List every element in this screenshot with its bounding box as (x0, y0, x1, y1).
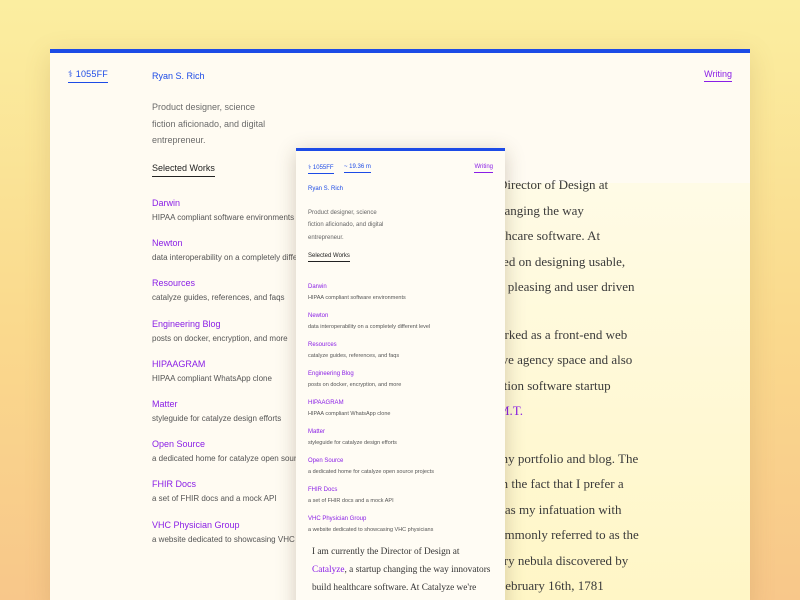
essay-line: build healthcare software. At Catalyze w… (312, 583, 477, 593)
mobile-browser-window: ⚕ 1055FF ~ 19.36 m Writing Ryan S. Rich … (296, 148, 505, 600)
work-description: a website dedicated to showcasing VHC ph… (152, 534, 335, 544)
work-description: a dedicated home for catalyze open sourc… (152, 454, 336, 464)
bio-line: fiction aficionado, and digital (308, 222, 384, 229)
work-item: Open Source a dedicated home for catalyze… (152, 434, 336, 474)
work-item: FHIR Docs a set of FHIR docs and a mock A… (308, 478, 498, 507)
work-item: HIPAAGRAM HIPAA compliant WhatsApp clone (152, 354, 312, 394)
works-list: Darwin HIPAA compliant software environme… (308, 275, 498, 536)
works-list: Darwin HIPAA compliant software environme… (152, 193, 336, 555)
bio-line: Product designer, science (152, 102, 256, 112)
author-name-link[interactable]: Ryan S. Rich (308, 186, 343, 192)
essay-line: ommonly referred to as the (498, 527, 639, 542)
work-item: Matter styleguide for catalyze design eff… (152, 394, 312, 434)
work-item: Newton data interoperability on a complet… (152, 233, 330, 273)
work-description: HIPAA compliant software environments (152, 213, 295, 222)
essay-line: my portfolio and blog. The (498, 450, 639, 466)
essay-line: February 16th, 1781 (498, 578, 604, 593)
work-title-link[interactable]: Newton (152, 238, 183, 248)
essay-link[interactable]: M.T. (498, 398, 750, 424)
writing-nav-link[interactable]: Writing (704, 69, 732, 82)
work-description: posts on docker, encryption, and more (308, 382, 402, 388)
catalyze-link[interactable]: Catalyze (312, 565, 345, 575)
work-title-link[interactable]: Darwin (152, 198, 180, 208)
essay-line: ive agency space and also (498, 352, 633, 367)
work-title-link[interactable]: Newton (308, 313, 328, 319)
work-title-link[interactable]: HIPAAGRAM (308, 400, 344, 406)
work-title-link[interactable]: VHC Physician Group (308, 516, 366, 522)
work-item: Engineering Blog posts on docker, encrypt… (152, 314, 312, 354)
work-description: a dedicated home for catalyze open sourc… (308, 469, 434, 475)
work-title-link[interactable]: Matter (152, 399, 178, 409)
work-item: Darwin HIPAA compliant software environme… (152, 193, 312, 233)
work-item: Matter styleguide for catalyze design eff… (308, 420, 498, 449)
selected-works-heading: Selected Works (152, 163, 215, 177)
work-description: catalyze guides, references, and faqs (308, 353, 400, 359)
work-description: HIPAA compliant software environments (308, 295, 406, 301)
bio: Product designer, science fiction aficio… (308, 207, 392, 244)
bio: Product designer, science fiction aficio… (152, 99, 272, 149)
work-item: Resources catalyze guides, references, an… (152, 273, 312, 313)
bio-line: entrepreneur. (152, 135, 206, 145)
essay-text: , a startup changing the way innovators (344, 565, 491, 575)
essay: I am currently the Director of Design at… (312, 543, 502, 597)
essay-line: Catalyze, a startup changing the way inn… (312, 561, 502, 579)
work-description: posts on docker, encryption, and more (152, 333, 288, 343)
work-description: a website dedicated to showcasing VHC ph… (308, 527, 434, 533)
writing-nav-link[interactable]: Writing (474, 164, 493, 173)
work-title-link[interactable]: FHIR Docs (152, 479, 196, 489)
distance-readout: ~ 19.36 m (344, 164, 371, 173)
work-description: data interoperability on a completely di… (152, 253, 330, 263)
work-item: VHC Physician Group a website dedicated t… (308, 507, 498, 536)
bio-line: fiction aficionado, and digital (152, 118, 266, 129)
work-description: HIPAA compliant WhatsApp clone (152, 373, 272, 383)
essay-line: hanging the way (498, 202, 584, 218)
work-title-link[interactable]: Resources (152, 278, 195, 288)
work-title-link[interactable]: FHIR Docs (308, 487, 337, 493)
essay-line: sed on designing usable, (498, 253, 626, 269)
work-description: a set of FHIR docs and a mock API (152, 494, 277, 504)
essay-line: orked as a front-end web (498, 326, 628, 342)
work-item: Darwin HIPAA compliant software environme… (308, 275, 498, 304)
selected-works-heading: Selected Works (308, 253, 350, 262)
work-item: FHIR Docs a set of FHIR docs and a mock A… (152, 474, 312, 514)
work-title-link[interactable]: VHC Physician Group (152, 520, 240, 530)
logo-link[interactable]: ⚕ 1055FF (308, 164, 334, 174)
essay: Director of Design at hanging the way lt… (498, 172, 750, 599)
work-item: HIPAAGRAM HIPAA compliant WhatsApp clone (308, 391, 498, 420)
essay-line: l as my infatuation with (498, 501, 622, 517)
work-item: Newton data interoperability on a complet… (308, 304, 498, 333)
essay-line: ary nebula discovered by (498, 552, 629, 568)
essay-line: I am currently the Director of Design at (312, 547, 460, 557)
work-title-link[interactable]: Open Source (152, 439, 205, 449)
logo-link[interactable]: ⚕ 1055FF (68, 69, 108, 83)
work-title-link[interactable]: Resources (308, 342, 337, 348)
work-description: HIPAA compliant WhatsApp clone (308, 411, 391, 417)
work-title-link[interactable]: Darwin (308, 284, 327, 290)
work-title-link[interactable]: Engineering Blog (308, 371, 354, 377)
essay-line: lthcare software. At (498, 228, 601, 243)
work-title-link[interactable]: Engineering Blog (152, 319, 221, 329)
essay-line: y pleasing and user driven (498, 279, 635, 294)
essay-line: m the fact that I prefer a (498, 476, 624, 491)
work-title-link[interactable]: Matter (308, 429, 325, 435)
work-description: data interoperability on a completely di… (308, 324, 431, 330)
bio-line: entrepreneur. (308, 234, 344, 241)
work-item: Engineering Blog posts on docker, encrypt… (308, 362, 498, 391)
work-description: styleguide for catalyze design efforts (152, 413, 282, 423)
work-description: styleguide for catalyze design efforts (308, 440, 397, 446)
essay-line: Director of Design at (498, 177, 609, 192)
essay-line: ation software startup (498, 377, 611, 393)
work-title-link[interactable]: Open Source (308, 458, 343, 464)
work-item: Open Source a dedicated home for catalyze… (308, 449, 498, 478)
work-item: VHC Physician Group a website dedicated t… (152, 515, 335, 555)
work-description: catalyze guides, references, and faqs (152, 293, 285, 303)
bio-line: Product designer, science (308, 210, 377, 216)
work-description: a set of FHIR docs and a mock API (308, 498, 394, 504)
work-item: Resources catalyze guides, references, an… (308, 333, 498, 362)
work-title-link[interactable]: HIPAAGRAM (152, 359, 205, 369)
author-name-link[interactable]: Ryan S. Rich (152, 71, 205, 81)
